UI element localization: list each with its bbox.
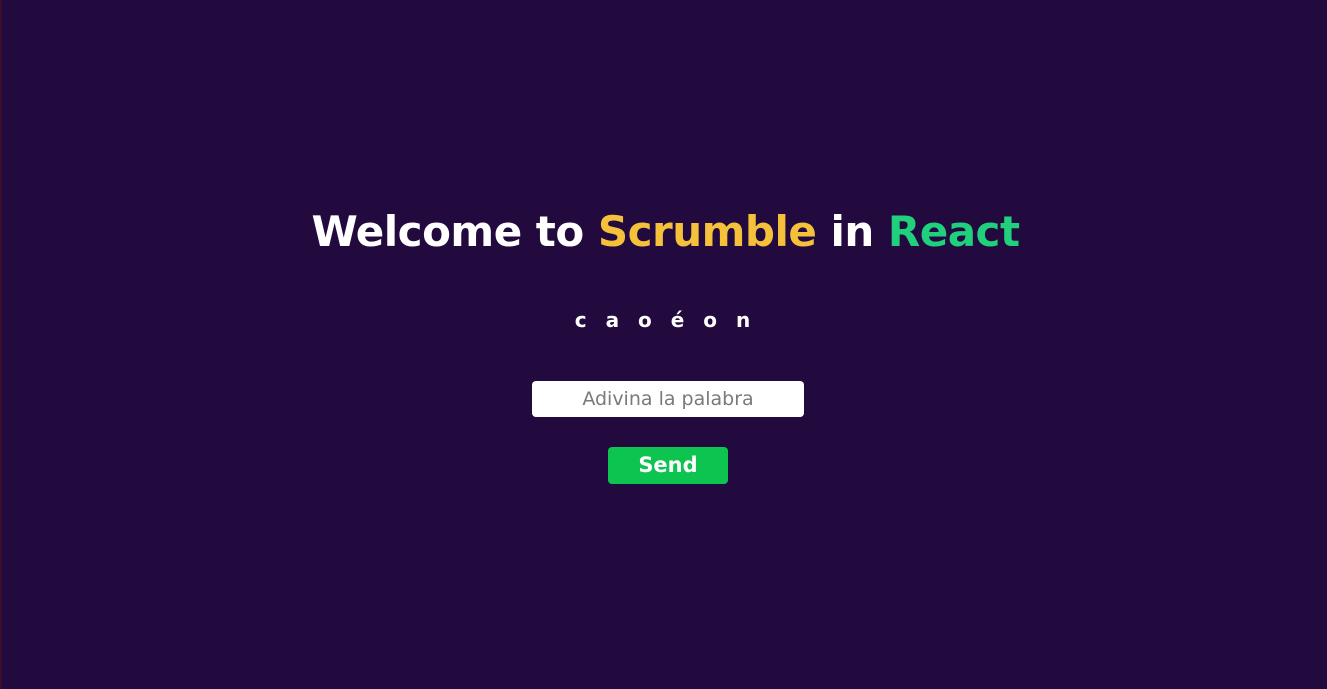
title-welcome-text: Welcome to (311, 207, 598, 256)
send-button[interactable]: Send (608, 447, 728, 484)
title-in-text: in (816, 207, 888, 256)
guess-input[interactable] (532, 381, 804, 417)
title-scrumble-text: Scrumble (597, 207, 817, 256)
scrambled-word: c a o é o n (574, 308, 757, 332)
title-react-text: React (887, 207, 1020, 256)
page-title: Welcome to Scrumble in React (2, 204, 1327, 260)
app-page: Welcome to Scrumble in React c a o é o n… (0, 0, 1327, 689)
